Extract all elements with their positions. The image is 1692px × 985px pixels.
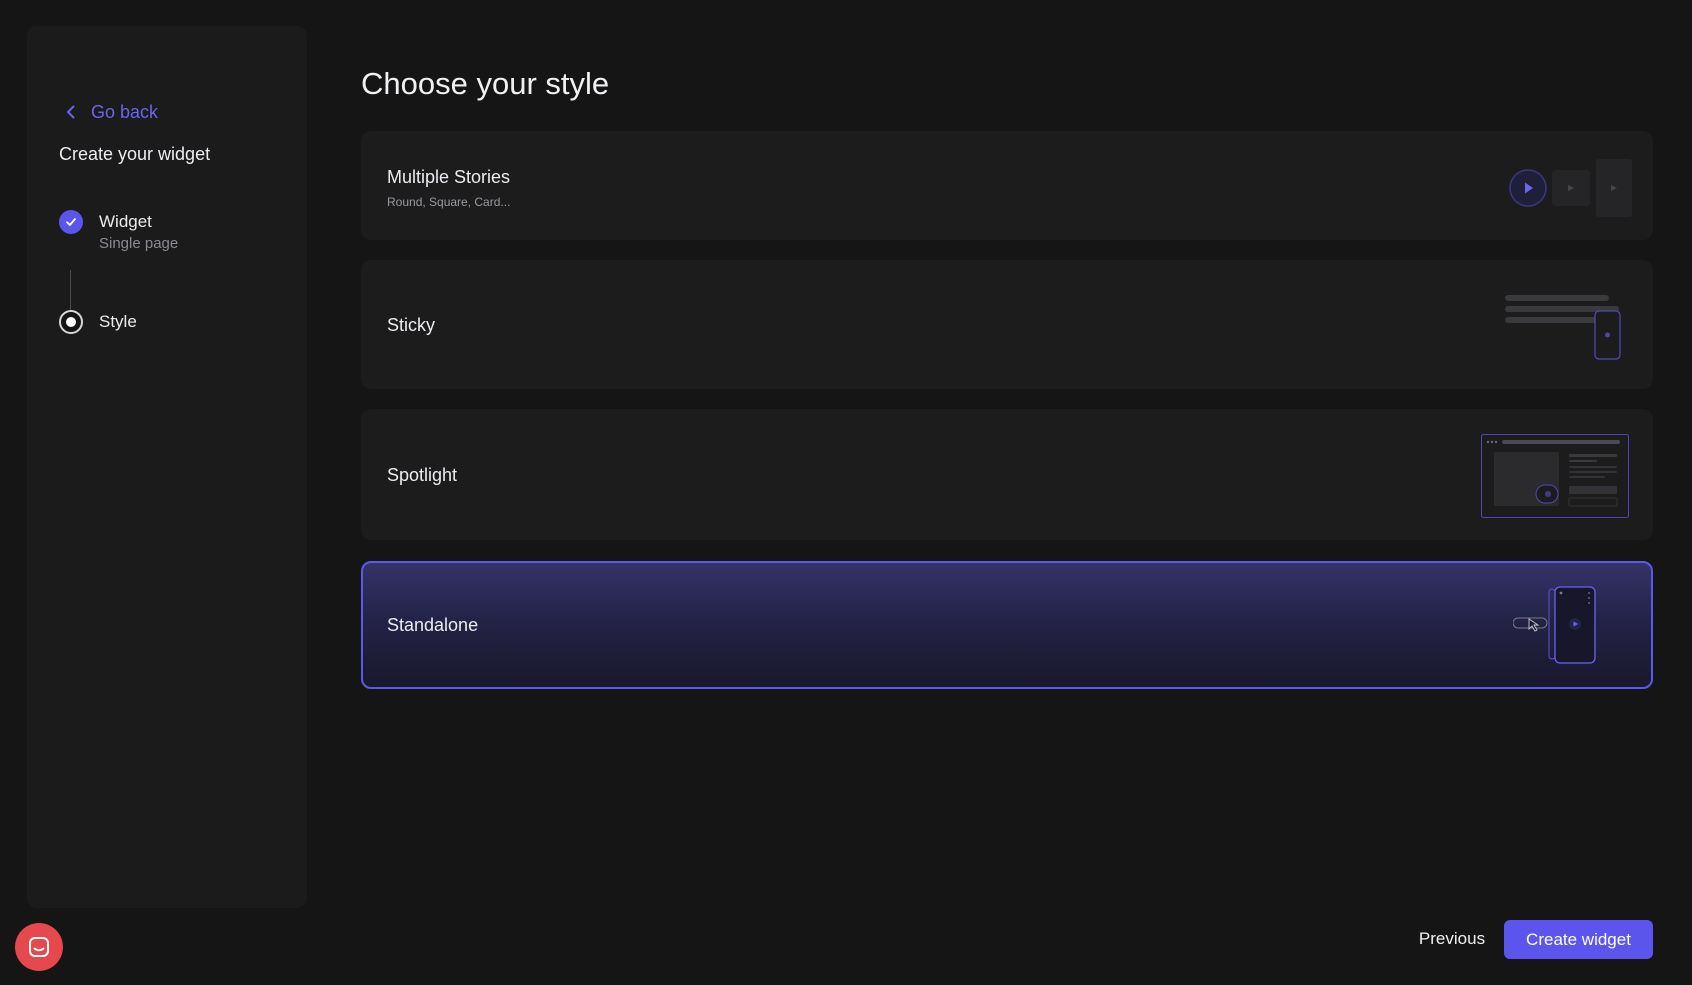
previous-button[interactable]: Previous (1405, 920, 1499, 958)
style-option-spotlight[interactable]: Spotlight (361, 409, 1653, 540)
step-widget[interactable]: Widget Single page (59, 210, 178, 254)
chat-launcher-button[interactable] (15, 923, 63, 971)
option-name: Sticky (387, 315, 436, 335)
option-name: Spotlight (387, 465, 458, 485)
style-option-sticky[interactable]: Sticky (361, 260, 1653, 389)
multiple-stories-illustration-icon (1509, 159, 1632, 217)
step-label: Widget (99, 212, 152, 231)
chevron-left-icon (67, 105, 75, 119)
spotlight-illustration-icon (1481, 434, 1629, 518)
chat-icon (29, 937, 49, 957)
step-active-marker (59, 310, 83, 334)
check-icon (66, 218, 76, 226)
wizard-sidebar: Go back Create your widget Widget Single… (27, 26, 307, 908)
option-name: Standalone (387, 615, 479, 635)
go-back-link[interactable]: Go back (63, 98, 158, 126)
standalone-illustration-icon (1513, 586, 1596, 664)
step-sublabel: Single page (99, 235, 179, 252)
style-option-standalone[interactable]: Standalone (361, 561, 1653, 689)
step-label: Style (99, 312, 137, 331)
page-title: Choose your style (361, 66, 610, 101)
step-done-marker (59, 210, 83, 234)
sidebar-title: Create your widget (59, 144, 211, 164)
step-style[interactable]: Style (59, 310, 137, 334)
option-desc: Round, Square, Card... (387, 195, 511, 209)
option-name: Multiple Stories (387, 167, 511, 187)
go-back-label: Go back (91, 101, 159, 122)
style-option-multiple-stories[interactable]: Multiple Stories Round, Square, Card... (361, 131, 1653, 240)
create-widget-button[interactable]: Create widget (1504, 920, 1653, 959)
sticky-illustration-icon (1505, 295, 1621, 360)
